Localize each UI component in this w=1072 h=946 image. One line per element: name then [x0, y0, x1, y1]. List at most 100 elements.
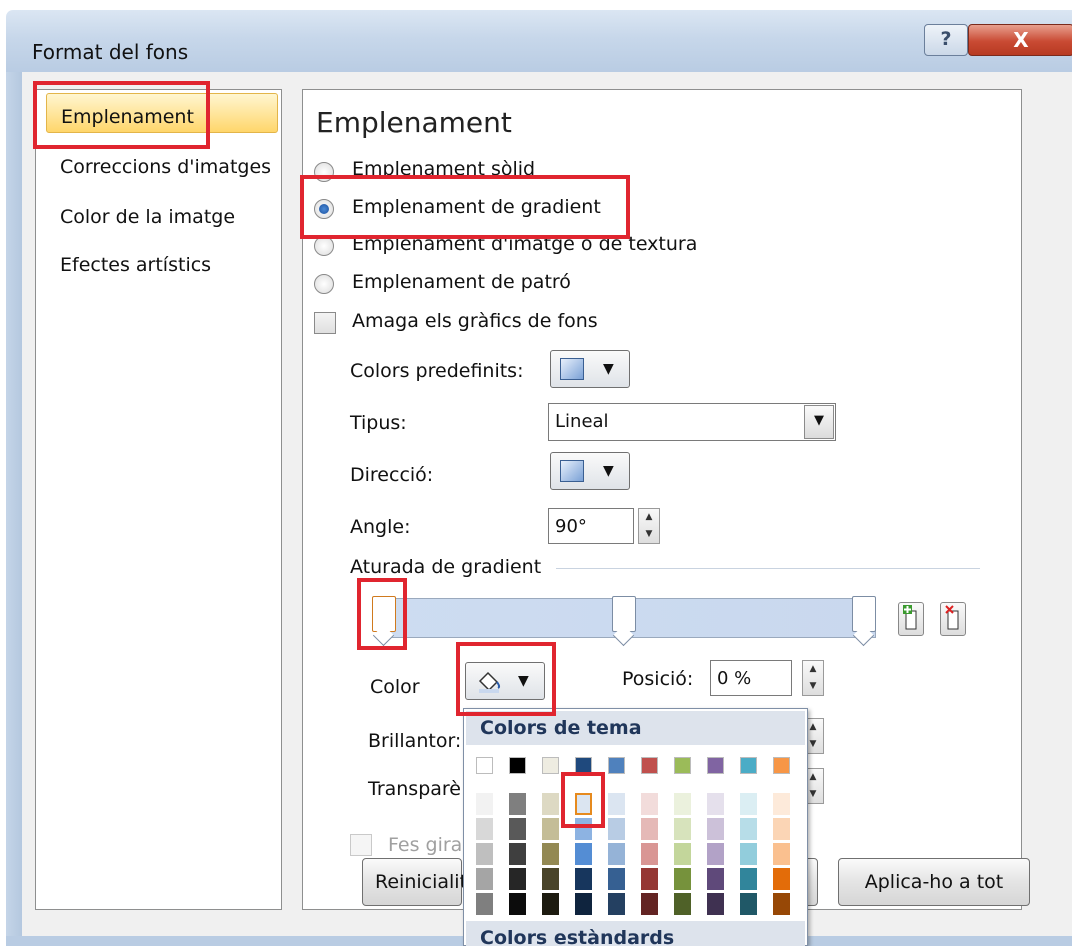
- theme-shade-swatch[interactable]: [575, 843, 592, 865]
- theme-shade-swatch[interactable]: [773, 868, 790, 890]
- theme-shade-swatch[interactable]: [773, 818, 790, 840]
- theme-shade-swatch[interactable]: [509, 843, 526, 865]
- theme-shade-swatch[interactable]: [542, 893, 559, 915]
- theme-shade-swatch[interactable]: [542, 793, 559, 815]
- spin-up-icon[interactable]: ▲: [803, 661, 823, 678]
- color-picker-button[interactable]: ▼: [465, 662, 545, 700]
- theme-shade-swatch[interactable]: [674, 843, 691, 865]
- theme-shade-swatch[interactable]: [542, 818, 559, 840]
- radio-gradient-fill[interactable]: [314, 199, 334, 219]
- hide-graphics-label: Amaga els gràfics de fons: [352, 310, 598, 332]
- preset-colors-button[interactable]: ▼: [550, 350, 630, 388]
- nav-item-artistic-effects[interactable]: Efectes artístics: [46, 242, 278, 282]
- gradient-stop-2[interactable]: [612, 596, 636, 632]
- spin-down-icon[interactable]: ▼: [803, 678, 823, 695]
- theme-shade-swatch[interactable]: [575, 893, 592, 915]
- theme-shade-swatch[interactable]: [608, 818, 625, 840]
- theme-shade-swatch[interactable]: [740, 843, 757, 865]
- gradient-stops-label: Aturada de gradient: [350, 556, 542, 578]
- theme-shade-swatch[interactable]: [542, 868, 559, 890]
- theme-shade-swatch[interactable]: [575, 868, 592, 890]
- theme-shade-swatch[interactable]: [641, 818, 658, 840]
- gradient-stop-3[interactable]: [852, 596, 876, 632]
- theme-color-swatch[interactable]: [641, 757, 658, 774]
- angle-spinner[interactable]: ▲ ▼: [638, 508, 660, 544]
- theme-shade-swatch[interactable]: [674, 793, 691, 815]
- theme-shade-swatch[interactable]: [707, 818, 724, 840]
- spin-up-icon[interactable]: ▲: [639, 509, 659, 526]
- direction-button[interactable]: ▼: [550, 452, 630, 490]
- nav-item-picture-corrections[interactable]: Correccions d'imatges: [46, 144, 278, 184]
- angle-input[interactable]: 90°: [548, 508, 634, 544]
- theme-shade-swatch[interactable]: [608, 843, 625, 865]
- title-bar[interactable]: Format del fons ? X: [6, 10, 1072, 72]
- reset-background-button[interactable]: Reinicialit: [362, 858, 467, 906]
- theme-shade-swatch[interactable]: [641, 893, 658, 915]
- standard-colors-heading: Colors estàndards: [466, 921, 805, 946]
- theme-shade-swatch[interactable]: [509, 868, 526, 890]
- gradient-stop-1[interactable]: [372, 596, 396, 632]
- theme-shade-swatch[interactable]: [674, 893, 691, 915]
- theme-shade-swatch[interactable]: [740, 793, 757, 815]
- theme-shade-swatch[interactable]: [476, 843, 493, 865]
- theme-shade-swatch[interactable]: [476, 893, 493, 915]
- nav-item-fill[interactable]: Emplenament: [46, 93, 278, 133]
- theme-color-swatch[interactable]: [476, 757, 493, 774]
- chevron-down-icon: ▼: [603, 463, 614, 479]
- spin-down-icon[interactable]: ▼: [639, 526, 659, 543]
- position-spinner[interactable]: ▲ ▼: [802, 660, 824, 696]
- theme-shade-swatch[interactable]: [542, 843, 559, 865]
- radio-picture-fill[interactable]: [314, 236, 334, 256]
- close-button[interactable]: X: [968, 24, 1072, 56]
- theme-shade-swatch[interactable]: [674, 868, 691, 890]
- chevron-down-icon[interactable]: ▼: [804, 405, 834, 439]
- theme-color-swatch[interactable]: [707, 757, 724, 774]
- theme-color-swatch[interactable]: [674, 757, 691, 774]
- theme-shade-swatch[interactable]: [476, 818, 493, 840]
- theme-shade-swatch[interactable]: [707, 843, 724, 865]
- theme-color-swatch[interactable]: [542, 757, 559, 774]
- theme-shade-swatch[interactable]: [608, 868, 625, 890]
- theme-shade-swatch[interactable]: [575, 793, 592, 815]
- type-select[interactable]: Lineal ▼: [548, 403, 836, 441]
- theme-shade-swatch[interactable]: [608, 893, 625, 915]
- remove-stop-button[interactable]: [940, 602, 966, 636]
- rotate-with-shape-checkbox[interactable]: [350, 834, 372, 856]
- theme-shade-swatch[interactable]: [740, 818, 757, 840]
- theme-shade-swatch[interactable]: [608, 793, 625, 815]
- theme-shade-swatch[interactable]: [707, 868, 724, 890]
- theme-shade-swatch[interactable]: [509, 818, 526, 840]
- nav-item-picture-color[interactable]: Color de la imatge: [46, 194, 278, 234]
- theme-shade-swatch[interactable]: [575, 818, 592, 840]
- theme-shade-swatch[interactable]: [641, 843, 658, 865]
- chevron-down-icon: ▼: [603, 361, 614, 377]
- apply-to-all-button[interactable]: Aplica-ho a tot: [838, 858, 1030, 906]
- hide-graphics-checkbox[interactable]: [314, 312, 336, 334]
- type-value: Lineal: [555, 411, 609, 432]
- theme-shade-swatch[interactable]: [707, 793, 724, 815]
- theme-shade-swatch[interactable]: [641, 868, 658, 890]
- preset-colors-label: Colors predefinits:: [350, 360, 524, 382]
- radio-solid-fill[interactable]: [314, 162, 334, 182]
- radio-pattern-fill[interactable]: [314, 274, 334, 294]
- theme-color-swatch[interactable]: [608, 757, 625, 774]
- theme-shade-swatch[interactable]: [674, 818, 691, 840]
- theme-shade-swatch[interactable]: [509, 793, 526, 815]
- theme-color-swatch[interactable]: [773, 757, 790, 774]
- theme-color-swatch[interactable]: [740, 757, 757, 774]
- theme-color-swatch[interactable]: [575, 757, 592, 774]
- theme-shade-swatch[interactable]: [773, 893, 790, 915]
- theme-shade-swatch[interactable]: [641, 793, 658, 815]
- add-stop-button[interactable]: [898, 602, 924, 636]
- theme-color-swatch[interactable]: [509, 757, 526, 774]
- theme-shade-swatch[interactable]: [509, 893, 526, 915]
- theme-shade-swatch[interactable]: [740, 868, 757, 890]
- help-button[interactable]: ?: [924, 24, 968, 56]
- theme-shade-swatch[interactable]: [707, 893, 724, 915]
- theme-shade-swatch[interactable]: [740, 893, 757, 915]
- theme-shade-swatch[interactable]: [476, 868, 493, 890]
- theme-shade-swatch[interactable]: [773, 793, 790, 815]
- theme-shade-swatch[interactable]: [476, 793, 493, 815]
- position-input[interactable]: 0 %: [710, 660, 792, 696]
- theme-shade-swatch[interactable]: [773, 843, 790, 865]
